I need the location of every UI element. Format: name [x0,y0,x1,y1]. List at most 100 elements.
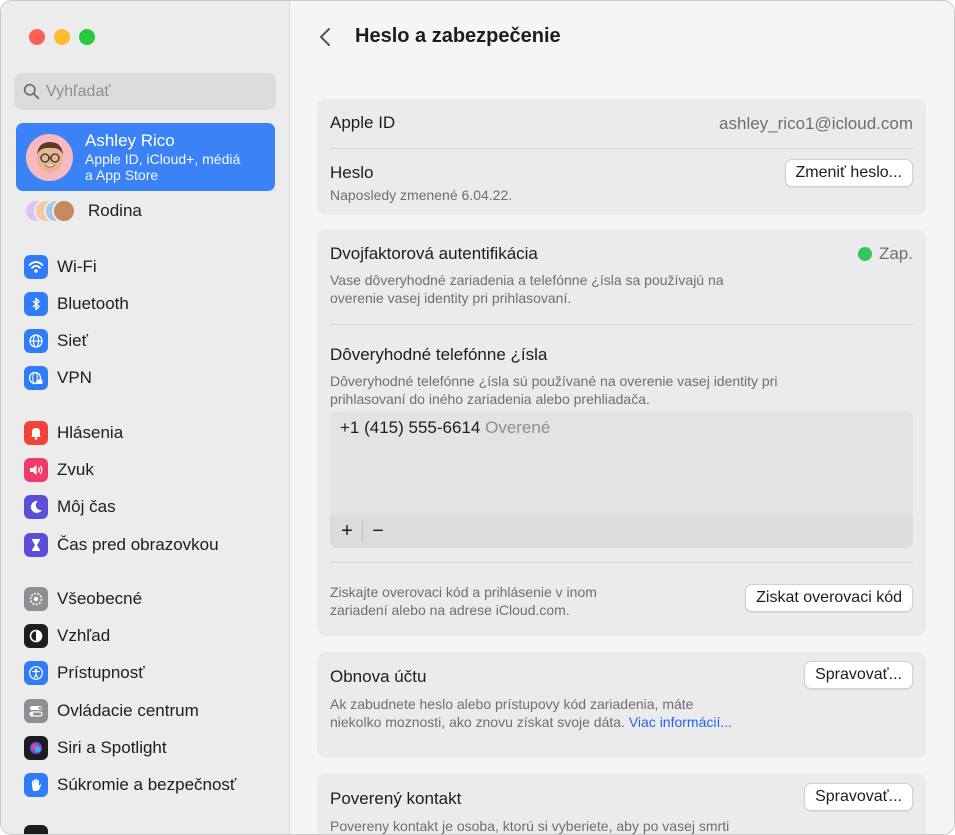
trusted-numbers-description: Dôveryhodné telefónne ¿ísla sú používané… [330,373,778,389]
avatar [26,133,73,181]
sidebar-item-vpn[interactable]: VPN [24,364,92,392]
close-window-button[interactable] [29,29,45,45]
hand-icon [24,773,48,797]
status-text: Zap. [878,244,913,263]
trusted-numbers-list: +1 (415) 555-6614 Overené + − [330,411,913,548]
sidebar-item-family[interactable]: Rodina [24,199,142,223]
page-title: Heslo a zabezpečenie [355,25,561,47]
account-name: Ashley Rico [85,131,175,151]
verification-description: Ziskajte overovaci kód a prihlásenie v i… [330,584,597,600]
two-factor-status: Zap. [857,244,913,264]
add-number-button[interactable]: + [332,515,362,548]
main-pane: Heslo a zabezpečenie Apple ID ashley_ric… [291,1,954,834]
search-icon [23,83,40,100]
sidebar-item-label: Ovládacie centrum [57,701,199,720]
sidebar-item-partial[interactable] [24,823,48,834]
hourglass-icon [24,533,48,557]
sidebar-item-control-center[interactable]: Ovládacie centrum [24,697,199,725]
search-field[interactable] [14,73,276,110]
verification-description-2: zariadení alebo na adrese iCloud.com. [330,602,570,618]
toggles-icon [24,699,48,723]
wifi-icon [24,255,48,279]
sidebar-item-label: VPN [57,368,92,387]
sidebar-item-label: Hlásenia [57,423,124,442]
account-recovery-card: Obnova účtu Spravovať... Ak zabudnete he… [317,652,926,758]
sidebar-item-bluetooth[interactable]: Bluetooth [24,290,129,318]
get-verification-code-button[interactable]: Ziskat overovaci kód [745,584,913,612]
divider [330,562,913,563]
sidebar-item-privacy-security[interactable]: Súkromie a bezpečnosť [24,771,236,799]
sidebar-item-network[interactable]: Sieť [24,327,88,355]
two-factor-description-2: overenie vasej identity pri prihlasovaní… [330,290,572,306]
account-card: Apple ID ashley_rico1@icloud.com Heslo N… [317,99,926,215]
sidebar-item-focus[interactable]: Môj čas [24,493,116,521]
two-factor-label: Dvojfaktorová autentifikácia [330,244,538,263]
apple-id-value: ashley_rico1@icloud.com [719,114,913,133]
vpn-globe-icon [24,366,48,390]
sidebar-item-apple-account[interactable]: Ashley Rico Apple ID, iCloud+, médiá a A… [16,123,275,191]
family-avatars [24,199,76,223]
sidebar-item-appearance[interactable]: Vzhľad [24,622,110,650]
sidebar-item-label: Sieť [57,331,88,350]
recovery-description: Ak zabudnete heslo alebo prístupovy kód … [330,696,694,712]
siri-icon [24,736,48,760]
password-label: Heslo [330,163,374,182]
list-item[interactable]: +1 (415) 555-6614 Overené [340,418,550,438]
trusted-numbers-description-2: prihlasovaní do iného zariadenia alebo p… [330,391,650,407]
memoji-avatar-icon [36,142,63,172]
globe-icon [24,329,48,353]
apple-id-label: Apple ID [330,113,396,132]
accessibility-icon [24,661,48,685]
sidebar-item-accessibility[interactable]: Prístupnosť [24,659,145,687]
bluetooth-icon [24,292,48,316]
sidebar-item-wifi[interactable]: Wi-Fi [24,253,97,281]
account-subtitle-2: a App Store [85,166,159,183]
remove-number-button[interactable]: − [363,515,393,548]
sidebar-item-label: Zvuk [57,460,94,479]
two-factor-card: Dvojfaktorová autentifikácia Zap. Vase d… [317,229,926,636]
bell-icon [24,421,48,445]
phone-status: Overené [485,418,551,437]
trusted-numbers-label: Dôveryhodné telefónne ¿ísla [330,345,548,364]
settings-window: Ashley Rico Apple ID, iCloud+, médiá a A… [0,0,955,835]
minimize-window-button[interactable] [54,29,70,45]
speaker-icon [24,458,48,482]
two-factor-description: Vase dôveryhodné zariadenia a telefónne … [330,272,724,288]
zoom-window-button[interactable] [79,29,95,45]
phone-number: +1 (415) 555-6614 [340,418,481,437]
manage-legacy-contact-button[interactable]: Spravovať... [804,783,913,811]
gear-icon [24,587,48,611]
change-password-button[interactable]: Zmeniť heslo... [784,159,913,187]
sidebar-item-label: Wi-Fi [57,257,97,276]
list-toolbar: + − [330,515,913,548]
search-input[interactable] [46,82,266,101]
recovery-description-text: niekolko moznosti, ako znovu získat svoj… [330,714,625,730]
sidebar-item-general[interactable]: Všeobecné [24,585,142,613]
appearance-icon [24,624,48,648]
sidebar: Ashley Rico Apple ID, iCloud+, médiá a A… [1,1,290,834]
sidebar-item-label: Súkromie a bezpečnosť [57,775,237,794]
window-controls [29,29,95,45]
sidebar-item-screen-time[interactable]: Čas pred obrazovkou [24,531,219,559]
sidebar-item-label: Vzhľad [57,626,111,645]
sidebar-item-label: Siri a Spotlight [57,738,167,757]
sidebar-item-label: Všeobecné [57,589,143,608]
moon-icon [24,495,48,519]
sidebar-item-sound[interactable]: Zvuk [24,456,94,484]
password-last-changed: Naposledy zmenené 6.04.22. [330,187,513,203]
status-dot-icon [857,247,872,261]
more-info-link[interactable]: Viac informácií... [629,714,732,730]
sidebar-item-label: Prístupnosť [57,663,145,682]
sidebar-item-siri-spotlight[interactable]: Siri a Spotlight [24,734,167,762]
legacy-contact-card: Poverený kontakt Spravovať... Povereny k… [317,773,926,834]
manage-recovery-button[interactable]: Spravovať... [804,661,913,689]
back-button[interactable] [313,23,337,51]
sidebar-item-notifications[interactable]: Hlásenia [24,419,123,447]
account-subtitle: Apple ID, iCloud+, médiá [85,150,241,167]
divider [330,148,913,149]
family-label: Rodina [88,201,142,220]
recovery-description-2: niekolko moznosti, ako znovu získat svoj… [330,713,732,731]
chevron-left-icon [320,28,330,46]
legacy-contact-label: Poverený kontakt [330,789,462,808]
legacy-contact-description: Povereny kontakt je osoba, ktorú si vybe… [330,818,730,834]
